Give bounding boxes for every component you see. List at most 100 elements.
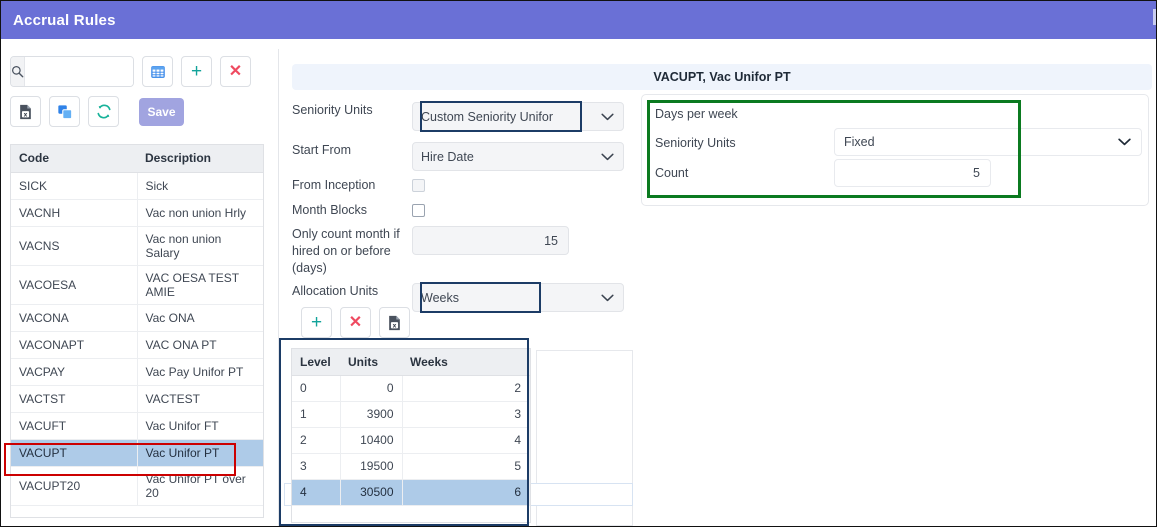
list-item[interactable]: VACUFT Vac Unifor FT — [11, 412, 263, 440]
search-input[interactable] — [25, 57, 133, 86]
grid-view-button[interactable] — [142, 56, 173, 87]
copy-button[interactable] — [49, 96, 80, 127]
add-allocation-button[interactable]: + — [301, 307, 332, 338]
allocation-header-row: Level Units Weeks — [292, 349, 530, 376]
column-header-units[interactable]: Units — [340, 349, 402, 376]
list-item-description: VAC ONA PT — [137, 331, 263, 359]
table-row[interactable]: 1 3900 3 — [292, 401, 530, 428]
list-item[interactable]: VACONA Vac ONA — [11, 304, 263, 332]
field-only-count-month: Only count month if hired on or before (… — [292, 226, 569, 277]
list-item-code: SICK — [11, 172, 138, 200]
label-card-seniority-units: Seniority Units — [655, 136, 736, 150]
list-item-description: Vac ONA — [137, 304, 263, 332]
list-item-code: VACUFT — [11, 412, 138, 440]
cross-icon: ✕ — [228, 62, 243, 80]
label-seniority-units: Seniority Units — [292, 103, 373, 117]
cell-weeks: 3 — [402, 401, 530, 428]
list-item-description: Vac Unifor FT — [137, 412, 263, 440]
refresh-button[interactable] — [88, 96, 119, 127]
delete-allocation-button[interactable]: ✕ — [340, 307, 371, 338]
list-item-code: VACONAPT — [11, 331, 138, 359]
cross-icon: ✕ — [348, 313, 363, 331]
panel-divider — [278, 49, 279, 526]
left-toolbar-bottom: x Save — [1, 96, 184, 127]
days-per-week-card: Days per week Seniority Units Fixed Coun… — [641, 94, 1149, 206]
cell-units: 30500 — [340, 479, 403, 506]
grid-icon — [150, 65, 165, 79]
label-only-count-month: Only count month if hired on or before (… — [292, 227, 400, 275]
only-count-month-input[interactable]: 15 — [412, 226, 569, 255]
export-excel-button[interactable]: x — [10, 96, 41, 127]
window-title-bar: Accrual Rules — [1, 1, 1156, 39]
list-item-description: Vac non union Salary — [137, 226, 263, 266]
svg-text:x: x — [393, 323, 397, 329]
record-header: VACUPT, Vac Unifor PT — [292, 64, 1152, 90]
list-item-description: Vac Unifor PT over 20 — [137, 466, 263, 506]
cell-level: 3 — [292, 453, 341, 480]
table-row[interactable]: 4 30500 6 — [292, 479, 530, 506]
cell-level: 4 — [292, 479, 341, 506]
list-item[interactable]: VACOESA VAC OESA TEST AMIE — [11, 265, 263, 305]
chevron-down-icon — [601, 294, 614, 302]
seniority-units-select[interactable]: Custom Seniority Unifor — [412, 102, 624, 131]
card-seniority-units-select[interactable]: Fixed — [834, 128, 1142, 156]
cell-units: 10400 — [340, 427, 403, 454]
search-icon[interactable] — [11, 57, 25, 86]
table-row[interactable]: 2 10400 4 — [292, 427, 530, 454]
list-item-code: VACONA — [11, 304, 138, 332]
list-item-code: VACTST — [11, 385, 138, 413]
column-header-weeks[interactable]: Weeks — [402, 349, 530, 376]
list-header-row: Code Description — [11, 145, 263, 173]
allocation-side-panel — [284, 350, 633, 526]
allocation-table[interactable]: Level Units Weeks 0 0 2 1 3900 3 2 10400 4 3 19500… — [291, 348, 531, 523]
list-item-code: VACUPT20 — [11, 466, 138, 506]
start-from-select[interactable]: Hire Date — [412, 142, 624, 171]
cell-weeks: 2 — [402, 375, 530, 402]
cell-units: 19500 — [340, 453, 403, 480]
cell-level: 2 — [292, 427, 341, 454]
list-item[interactable]: VACTST VACTEST — [11, 385, 263, 413]
column-header-level[interactable]: Level — [292, 349, 340, 376]
save-button[interactable]: Save — [139, 97, 184, 126]
cell-weeks: 5 — [402, 453, 530, 480]
label-allocation-units: Allocation Units — [292, 284, 379, 298]
label-card-count: Count — [655, 166, 689, 180]
list-item[interactable]: VACUPT Vac Unifor PT — [11, 439, 263, 467]
from-inception-checkbox[interactable] — [412, 179, 425, 192]
allocation-action-toolbar: + ✕ x — [301, 307, 410, 338]
list-item-code: VACNH — [11, 199, 138, 227]
search-box[interactable] — [10, 56, 134, 87]
label-month-blocks: Month Blocks — [292, 203, 368, 217]
list-item-description: VACTEST — [137, 385, 263, 413]
table-row[interactable]: 3 19500 5 — [292, 453, 530, 480]
plus-icon: + — [190, 61, 203, 82]
list-item[interactable]: VACPAY Vac Pay Unifor PT — [11, 358, 263, 386]
month-blocks-checkbox[interactable] — [412, 204, 425, 217]
card-seniority-units-value: Fixed — [844, 135, 875, 149]
accrual-rules-list[interactable]: Code Description SICK Sick VACNH Vac non un… — [10, 144, 264, 518]
list-item-description: Vac Pay Unifor PT — [137, 358, 263, 386]
allocation-units-select[interactable]: Weeks — [412, 283, 624, 312]
excel-file-icon: x — [387, 315, 402, 331]
column-header-description[interactable]: Description — [137, 145, 263, 173]
svg-text:x: x — [24, 112, 28, 118]
refresh-icon — [96, 104, 112, 119]
add-button[interactable]: + — [181, 56, 212, 87]
list-item-code: VACUPT — [11, 439, 138, 467]
export-allocation-button[interactable]: x — [379, 307, 410, 338]
list-item[interactable]: VACNH Vac non union Hrly — [11, 199, 263, 227]
list-item[interactable]: VACUPT20 Vac Unifor PT over 20 — [11, 466, 263, 506]
field-seniority-units: Seniority Units Custom Seniority Unifor — [292, 102, 624, 131]
label-from-inception: From Inception — [292, 178, 376, 192]
delete-button[interactable]: ✕ — [220, 56, 251, 87]
list-item[interactable]: VACNS Vac non union Salary — [11, 226, 263, 266]
column-header-code[interactable]: Code — [11, 145, 137, 173]
table-row[interactable]: 002 — [292, 375, 530, 402]
list-item[interactable]: SICK Sick — [11, 172, 263, 200]
list-item[interactable]: VACONAPT VAC ONA PT — [11, 331, 263, 359]
card-count-input[interactable]: 5 — [834, 159, 991, 187]
cell-level: 1 — [292, 401, 341, 428]
seniority-units-value: Custom Seniority Unifor — [421, 109, 553, 124]
plus-icon: + — [310, 312, 323, 333]
cell-units: 0 — [340, 375, 403, 402]
